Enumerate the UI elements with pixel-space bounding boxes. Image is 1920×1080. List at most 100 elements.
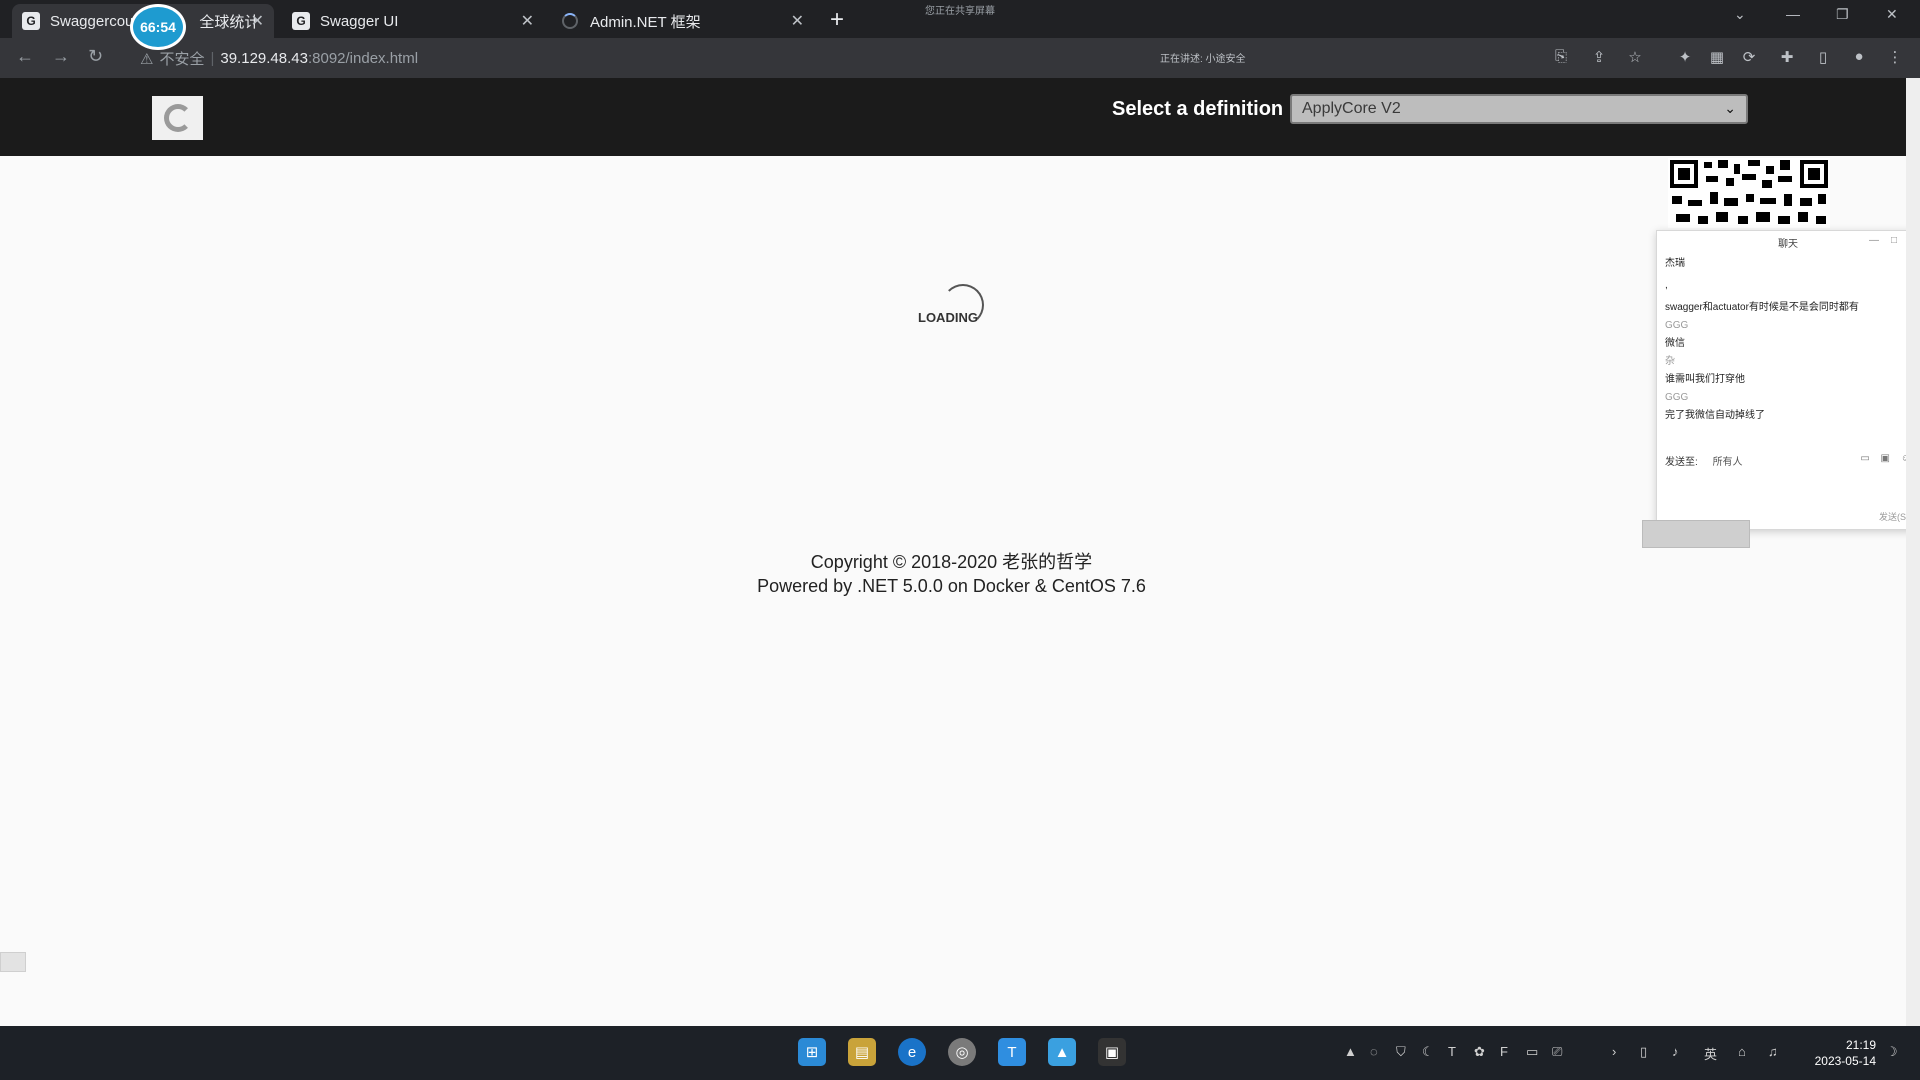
chat-window: 聊天 — □ ✕ 杰瑞 , swagger和actuator有时候是不是会同时都… <box>1656 230 1920 530</box>
back-icon[interactable]: ← <box>16 46 34 67</box>
restore-icon[interactable]: ❐ <box>1836 6 1849 23</box>
chat-message: 杰瑞 <box>1665 258 1685 269</box>
chat-message: swagger和actuator有时候是不是会同时都有 <box>1665 302 1859 313</box>
file-icon[interactable]: ▭ <box>1860 453 1869 464</box>
start-icon[interactable]: ⊞ <box>798 1038 826 1066</box>
clock-date: 2023-05-14 <box>1814 1054 1876 1068</box>
volume-icon[interactable]: ♫ <box>1768 1044 1778 1059</box>
terminal-icon[interactable]: ▣ <box>1098 1038 1126 1066</box>
extension-sync-icon[interactable]: ⟳ <box>1740 48 1758 66</box>
close-icon[interactable]: ✕ <box>791 11 804 31</box>
tab-title: Admin.NET 框架 <box>590 13 701 31</box>
chat-title: 聊天 <box>1778 238 1798 250</box>
close-icon[interactable]: ✕ <box>521 11 534 31</box>
warning-icon: ⚠ <box>140 50 154 68</box>
logo-ring-icon <box>163 104 192 132</box>
definition-label: Select a definition <box>1112 98 1284 120</box>
close-icon[interactable]: ✕ <box>251 11 264 31</box>
chat-title-bar: 聊天 — □ ✕ <box>1657 231 1919 253</box>
clock-time: 21:19 <box>1845 1038 1876 1052</box>
extension-qr-icon[interactable]: ▦ <box>1708 48 1726 66</box>
edge-icon[interactable]: e <box>898 1038 926 1066</box>
shield-icon[interactable]: ⛉ <box>1396 1044 1406 1060</box>
swagger-favicon-icon: G <box>22 12 40 30</box>
side-widget[interactable] <box>0 952 26 972</box>
tray-expand-icon[interactable]: › <box>1612 1044 1616 1059</box>
tray-app-icon[interactable]: F <box>1500 1044 1508 1059</box>
usb-icon[interactable]: ▯ <box>1640 1044 1647 1060</box>
notification-icon[interactable]: ☽ <box>1886 1044 1898 1060</box>
tray-app-icon[interactable]: ✿ <box>1474 1044 1485 1060</box>
chat-message: 完了我微信自动掉线了 <box>1665 410 1765 421</box>
chat-minimized-bar[interactable] <box>1642 520 1750 548</box>
tab-search-icon[interactable]: ⌄ <box>1734 6 1746 23</box>
swagger-topbar: Select a definition ApplyCore V2 ⌄ <box>0 78 1920 156</box>
url-host: 39.129.48.43 <box>220 50 308 67</box>
file-explorer-icon[interactable]: ▤ <box>848 1038 876 1066</box>
recording-timer: 66:54 <box>130 4 186 50</box>
display-icon[interactable]: ▭ <box>1526 1044 1538 1060</box>
chat-sender: GGG <box>1665 320 1689 331</box>
tray-app-icon[interactable]: ⎚ <box>1552 1044 1562 1060</box>
loading-spinner-icon <box>562 13 578 29</box>
chrome-icon[interactable]: ◎ <box>948 1038 976 1066</box>
chat-message: 微信 <box>1665 338 1685 349</box>
microphone-icon[interactable]: ♪ <box>1672 1044 1679 1059</box>
definition-select[interactable]: ApplyCore V2 ⌄ <box>1290 94 1748 124</box>
share-icon[interactable]: ⇪ <box>1590 48 1608 66</box>
chat-messages: 杰瑞 , swagger和actuator有时候是不是会同时都有 GGG 微信 … <box>1657 253 1919 427</box>
security-label: 不安全 <box>159 51 205 68</box>
url-divider: | <box>210 50 215 67</box>
copyright-text: Copyright © 2018-2020 老张的哲学 <box>810 552 1093 572</box>
qr-code <box>1668 158 1830 228</box>
chat-sender: GGG <box>1665 392 1689 403</box>
address-bar: ← → ↻ ⚠ 不安全 | 39.129.48.43:8092/index.ht… <box>0 38 1920 78</box>
definition-value: ApplyCore V2 <box>1302 100 1401 117</box>
extension-icon[interactable]: ✦ <box>1676 48 1694 66</box>
powered-by-text: Powered by .NET 5.0.0 on Docker & CentOS… <box>757 576 1146 596</box>
loading-text: LOADING <box>918 310 978 325</box>
tray-app-icon[interactable]: ▲ <box>1344 1044 1357 1059</box>
chat-sender: 杂 <box>1665 356 1675 367</box>
chat-message: , <box>1665 280 1668 291</box>
page-footer: Copyright © 2018-2020 老张的哲学 Powered by .… <box>0 550 1903 598</box>
close-window-icon[interactable]: ✕ <box>1886 6 1898 23</box>
tray-app-icon[interactable]: ◌ <box>1370 1044 1378 1059</box>
forward-icon[interactable]: → <box>52 46 70 67</box>
tab-title: Swaggercou <box>50 12 134 30</box>
reload-icon[interactable]: ↻ <box>88 46 103 67</box>
photos-icon[interactable]: ▲ <box>1048 1038 1076 1066</box>
minimize-icon[interactable]: — <box>1786 6 1800 22</box>
network-icon[interactable]: ⌂ <box>1738 1044 1746 1059</box>
maximize-icon[interactable]: □ <box>1891 235 1897 246</box>
translate-icon[interactable]: ⎘ <box>1552 48 1570 66</box>
chat-recipient-row: 发送至: 所有人 ▭ ▣ ☺ <box>1665 453 1911 468</box>
chevron-down-icon: ⌄ <box>1724 100 1736 116</box>
input-language[interactable]: 英 <box>1704 1044 1717 1063</box>
tab-title: Swagger UI <box>320 12 399 30</box>
screenshot-icon[interactable]: ▣ <box>1881 453 1890 464</box>
send-button[interactable]: 发送(S) <box>1879 510 1909 523</box>
tab-swagger-ui[interactable]: G Swagger UI ✕ <box>282 4 544 38</box>
swagger-logo[interactable] <box>152 96 203 140</box>
tray-app-icon[interactable]: ☾ <box>1422 1044 1434 1060</box>
bookmark-star-icon[interactable]: ☆ <box>1626 48 1644 66</box>
tab-admin-net[interactable]: Admin.NET 框架 ✕ <box>552 4 814 38</box>
side-panel-icon[interactable]: ▯ <box>1814 48 1832 66</box>
url-field[interactable]: ⚠ 不安全 | 39.129.48.43:8092/index.html <box>140 48 418 69</box>
new-tab-button[interactable]: + <box>830 6 844 34</box>
profile-icon[interactable]: ● <box>1850 48 1868 66</box>
send-to-label: 发送至: <box>1665 457 1698 468</box>
clock[interactable]: 21:19 2023-05-14 <box>1806 1037 1876 1069</box>
menu-icon[interactable]: ⋮ <box>1886 48 1904 66</box>
tray-app-icon[interactable]: T <box>1448 1044 1456 1059</box>
app-icon[interactable]: T <box>998 1038 1026 1066</box>
swagger-favicon-icon: G <box>292 12 310 30</box>
scrollbar[interactable] <box>1906 78 1920 1026</box>
narration-notice: 正在讲述: 小途安全 <box>1160 54 1246 65</box>
browser-tab-bar: G Swaggercou 全球统计 ✕ G Swagger UI ✕ Admin… <box>0 0 1920 50</box>
chat-message: 谁需叫我们打穿他 <box>1665 374 1745 385</box>
minimize-icon[interactable]: — <box>1869 235 1879 246</box>
extensions-puzzle-icon[interactable]: ✚ <box>1778 48 1796 66</box>
recipient-select[interactable]: 所有人 <box>1713 457 1743 468</box>
